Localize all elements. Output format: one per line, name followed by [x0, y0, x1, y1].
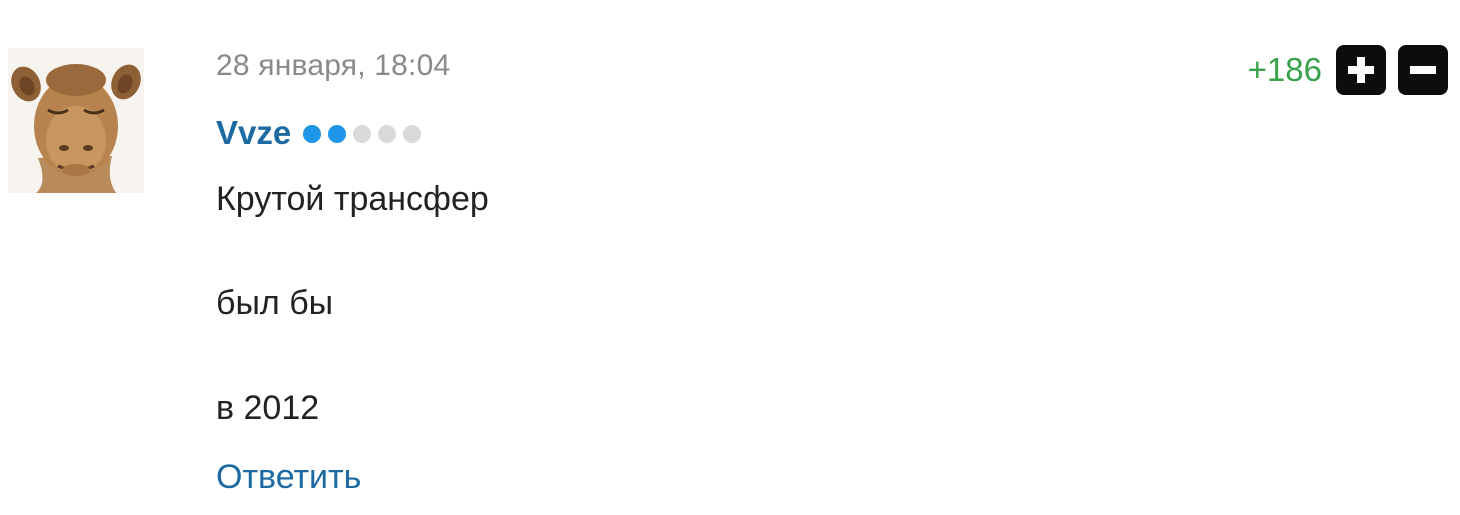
camel-avatar-icon	[8, 48, 144, 193]
rank-dot	[303, 125, 322, 143]
rank-dot	[378, 125, 397, 143]
comment-text-line: Крутой трансфер	[216, 180, 489, 218]
comment-rating: +186	[1248, 45, 1448, 95]
rank-dot	[328, 125, 347, 143]
rating-value: +186	[1247, 51, 1322, 88]
comment-text-line: был бы	[216, 284, 334, 322]
rank-dot	[403, 125, 422, 143]
upvote-button[interactable]	[1336, 45, 1386, 95]
minus-icon	[1410, 66, 1436, 74]
reply-link[interactable]: Ответить	[216, 455, 361, 499]
comment-timestamp: 28 января, 18:04	[216, 49, 451, 82]
comment: 28 января, 18:04 +186 Vvze Крутой трансф…	[0, 0, 1460, 515]
author-row: Vvze	[216, 111, 428, 155]
avatar[interactable]	[8, 48, 144, 193]
comment-text-line: в 2012	[216, 389, 320, 427]
plus-icon	[1348, 57, 1374, 83]
author-rank-indicator	[303, 125, 428, 143]
author-name-link[interactable]: Vvze	[216, 111, 291, 155]
rank-dot	[353, 125, 372, 143]
downvote-button[interactable]	[1398, 45, 1448, 95]
